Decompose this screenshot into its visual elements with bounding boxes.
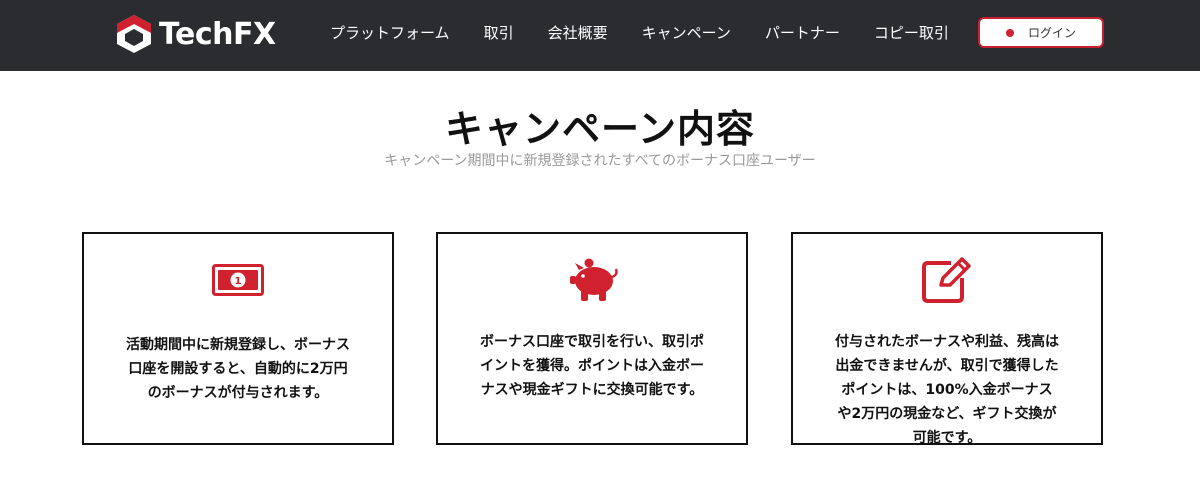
login-dot-icon: [1005, 28, 1014, 37]
piggy-bank-icon: [570, 258, 618, 301]
nav-item-partner[interactable]: パートナー: [765, 22, 840, 43]
page-subtitle: キャンペーン期間中に新規登録されたすべてのボーナス口座ユーザー: [384, 153, 816, 169]
login-button[interactable]: ログイン: [978, 17, 1104, 48]
money-bill-icon: 1: [212, 264, 264, 296]
nav-item-platform[interactable]: プラットフォーム: [330, 22, 450, 43]
nav-item-trading[interactable]: 取引: [484, 22, 514, 43]
campaign-card-points: ボーナス口座で取引を行い、取引ポイントを獲得。ポイントは入金ボーナスや現金ギフト…: [436, 232, 748, 445]
main-nav: プラットフォーム 取引 会社概要 キャンペーン パートナー コピー取引: [330, 0, 949, 64]
login-label: ログイン: [1027, 26, 1076, 40]
card-text: 活動期間中に新規登録し、ボーナス口座を開設すると、自動的に2万円のボーナスが付与…: [126, 337, 350, 401]
campaign-card-exchange: 付与されたボーナスや利益、残高は出金できませんが、取引で獲得したポイントは、10…: [791, 232, 1103, 446]
edit-icon: [922, 257, 971, 303]
nav-item-company[interactable]: 会社概要: [548, 22, 608, 43]
logo-text: TechFX: [159, 16, 276, 52]
nav-item-copy-trading[interactable]: コピー取引: [874, 22, 949, 43]
svg-text:1: 1: [235, 276, 242, 287]
top-navigation-bar: TechFX プラットフォーム 取引 会社概要 キャンペーン パートナー コピー…: [0, 0, 1200, 71]
nav-item-campaign[interactable]: キャンペーン: [642, 22, 731, 43]
card-text: 付与されたボーナスや利益、残高は出金できませんが、取引で獲得したポイントは、10…: [835, 334, 1059, 446]
card-text: ボーナス口座で取引を行い、取引ポイントを獲得。ポイントは入金ボーナスや現金ギフト…: [480, 334, 704, 398]
techfx-logo[interactable]: TechFX: [113, 10, 276, 58]
techfx-logo-mark-icon: [117, 15, 151, 53]
campaign-card-bonus: 1 活動期間中に新規登録し、ボーナス口座を開設すると、自動的に2万円のボーナスが…: [82, 232, 394, 445]
page-title: キャンペーン内容: [444, 107, 756, 151]
